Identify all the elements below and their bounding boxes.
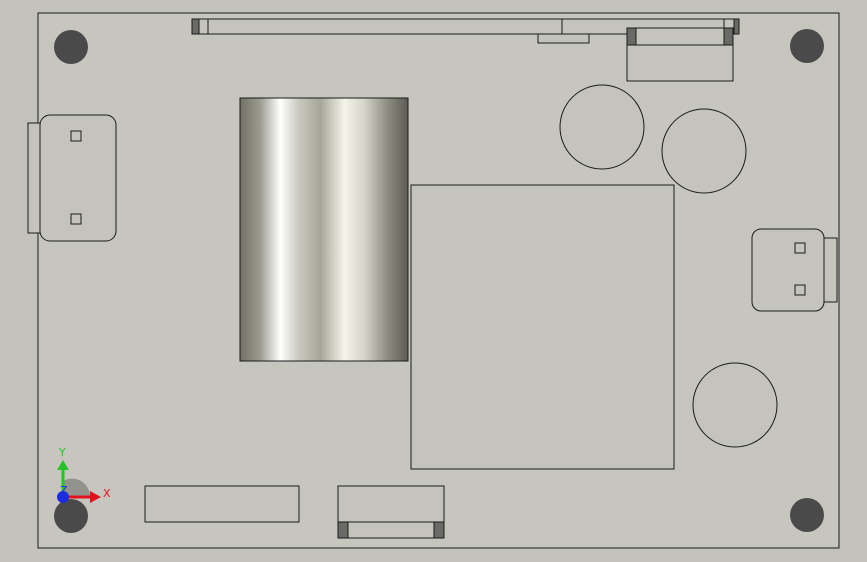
cad-viewport[interactable]: Y X Z: [0, 0, 867, 562]
right-side-connector: [751, 228, 838, 312]
mount-hole-bottom-left: [54, 499, 88, 533]
large-square-chip: [410, 184, 675, 470]
left-side-connector: [27, 114, 117, 242]
round-component-1: [559, 84, 645, 170]
round-component-2: [661, 108, 747, 194]
mount-hole-bottom-right: [790, 498, 824, 532]
top-right-connector: [626, 27, 734, 82]
mount-hole-top-right: [790, 29, 824, 63]
bottom-left-connector: [144, 485, 300, 523]
pcb-drawing: Y X Z: [27, 12, 840, 549]
cylinder-component: [239, 97, 409, 362]
round-component-3: [692, 362, 778, 448]
z-axis-label: Z: [60, 484, 68, 497]
mount-hole-top-left: [54, 30, 88, 64]
x-axis-label: X: [103, 487, 111, 500]
bottom-mid-connector: [337, 485, 445, 539]
y-axis-label: Y: [58, 446, 66, 459]
